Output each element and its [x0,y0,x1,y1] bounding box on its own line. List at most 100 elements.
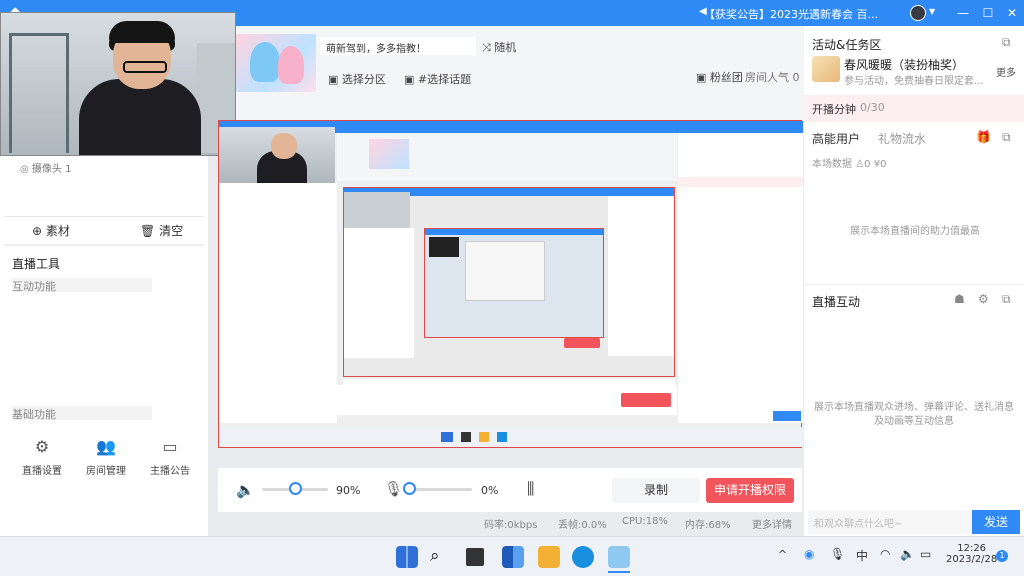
divider [4,216,204,217]
shelf [9,33,69,153]
users-icon: 👥 [96,437,116,456]
taskview-icon[interactable] [466,548,484,566]
microphone-icon[interactable]: 🎙 [830,547,845,561]
random-button[interactable]: ⤨ 随机 [482,39,516,55]
interactive-label: 互动功能 [12,278,152,293]
file-explorer-icon[interactable] [538,546,560,568]
user-avatar[interactable] [910,5,926,21]
widgets-icon[interactable] [502,546,524,568]
notice-text[interactable]: 【获奖公告】2023光遇新春会 百... [704,6,878,22]
gift-icon[interactable]: 🎁 [976,130,991,144]
category-label: 选择分区 [341,73,386,86]
clock[interactable]: 12:26 2023/2/28 [946,543,997,565]
tray-app-icon[interactable]: ◉ [804,547,814,561]
gear-icon[interactable]: ⚙ [978,292,989,306]
material-label: 素材 [45,224,70,238]
fans-club[interactable]: ▣ 粉丝团 [696,69,743,85]
tools-title: 直播工具 [12,257,61,271]
popout-icon[interactable]: ⧉ [1002,292,1011,307]
nested-right [608,196,674,356]
room-manage-button[interactable]: 👥 房间管理 [74,437,138,477]
trash-icon: 🗑 [140,224,160,238]
minimize-icon[interactable]: — [955,5,971,21]
camera-label-text: 摄像头 1 [31,164,72,175]
topic-select[interactable]: ▣ #选择话题 [404,71,471,87]
topic-icon: ▣ [404,73,418,86]
volume-knob[interactable] [289,482,302,495]
chevron-down-icon[interactable]: ▼ [929,7,935,16]
ime-indicator[interactable]: 中 [856,547,868,564]
nested-apply [564,338,600,348]
live-interact-desc: 展示本场直播观众进场、弹幕评论、送礼消息及动画等互动信息 [814,402,1014,427]
notification-badge[interactable]: 1 [996,550,1008,562]
room-manage-label: 房间管理 [86,466,126,477]
material-button[interactable]: ⊕ 素材 [32,222,70,239]
live-app-icon[interactable] [608,546,630,568]
gear-icon: ⚙ [34,437,50,456]
chevron-up-icon[interactable]: ^ [778,548,787,561]
record-button[interactable]: 录制 [612,478,700,503]
camera-icon: ◎ [20,164,32,175]
divider [4,244,204,246]
category-icon: ▣ [328,73,342,86]
microphone-icon[interactable]: 🎙 [384,480,403,498]
stream-preview[interactable] [218,120,803,448]
preview-apply [621,393,671,407]
search-icon[interactable]: ⌕ [430,546,440,566]
send-button[interactable]: 发送 [972,510,1020,534]
nested-webcam [344,192,410,228]
clear-button[interactable]: 🗑 清空 [140,222,183,239]
shield-icon[interactable]: ☗ [954,292,965,306]
preview-nested [343,187,675,377]
more-link[interactable]: 更多 [996,64,1016,79]
maximize-icon[interactable]: ☐ [980,5,996,21]
progress-label: 开播分钟 [812,103,856,116]
popout-icon[interactable]: ⧉ [1002,130,1011,145]
announce-label: 主播公告 [150,466,190,477]
preview-taskbar-icons [441,432,561,442]
clock-date: 2023/2/28 [946,554,998,565]
close-icon[interactable]: ✕ [1004,5,1020,21]
popout-icon[interactable]: ⧉ [1002,35,1011,50]
left-panel: ◎ 摄像头 1 ⊕ 素材 🗑 清空 直播工具 互动功能 基础功能 ⚙ 直播设置 👥… [0,156,208,536]
this-show-stats: 本场数据 ♙0 ¥0 [812,155,886,170]
preview-progress [677,177,803,187]
this-show-money: ¥0 [873,159,887,170]
activity-name[interactable]: 春风暖暖（装扮柚奖） [844,56,964,73]
volume-percent: 90% [336,484,361,497]
live-settings-label: 直播设置 [22,466,62,477]
tab-high-users[interactable]: 高能用户 [812,130,860,147]
this-show-people: 0 [864,159,871,170]
announcement-icon: ▭ [162,437,178,456]
room-title-input[interactable]: 萌新驾到，多多指教！ [320,37,476,55]
cpu-usage: CPU:18% [622,516,668,527]
this-show-label: 本场数据 [812,159,852,170]
tab-gift-flow[interactable]: 礼物流水 [878,130,926,147]
start-icon[interactable] [396,546,418,568]
activity-thumbnail[interactable] [812,56,840,82]
speaker-icon[interactable]: 🔈 [236,481,255,499]
live-settings-button[interactable]: ⚙ 直播设置 [10,437,74,477]
divider [804,284,1024,285]
deep-titlebar [425,229,603,235]
camera-source-label[interactable]: ◎ 摄像头 1 [20,160,71,175]
activity-title: 活动&任务区 [812,38,882,52]
battery-icon[interactable]: ▭ [920,547,931,561]
mixer-icon[interactable]: ⫼ [527,479,534,499]
volume-icon[interactable]: 🔈 [900,547,915,561]
plus-icon: ⊕ [32,224,46,238]
shuffle-icon: ⤨ [482,41,495,54]
room-cover[interactable] [236,34,316,92]
announce-button[interactable]: ▭ 主播公告 [138,437,202,477]
category-select[interactable]: ▣ 选择分区 [328,71,386,87]
people-icon: ♙ [855,159,865,170]
nested-left [344,228,414,358]
live-interact-title: 直播互动 [812,295,861,309]
edge-icon[interactable] [572,546,594,568]
chat-input[interactable]: 和观众聊点什么吧~ [808,510,972,534]
wifi-icon[interactable]: ◠ [880,547,890,561]
bitrate: 码率:0kbps [484,520,538,531]
webcam-video[interactable] [0,12,236,156]
apply-live-button[interactable]: 申请开播权限 [706,478,794,503]
more-details-link[interactable]: 更多详情 [752,516,792,531]
